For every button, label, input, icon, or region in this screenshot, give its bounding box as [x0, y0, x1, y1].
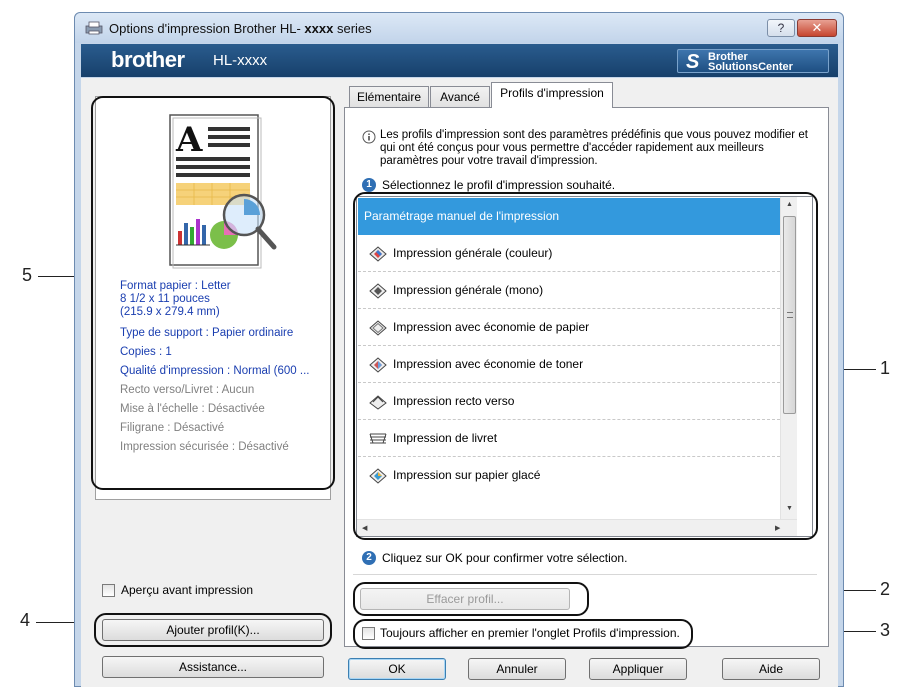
callout-2-box: [353, 582, 589, 616]
tab-basic[interactable]: Elémentaire: [349, 86, 429, 108]
callout-2: 2: [880, 579, 891, 599]
cancel-button[interactable]: Annuler: [468, 658, 566, 680]
step-1-text: Sélectionnez le profil d'impression souh…: [382, 178, 616, 192]
solutions-center-label-2: SolutionsCenter: [708, 61, 793, 73]
window-title-prefix: Options d'impression Brother HL-: [109, 21, 301, 36]
window-title-model: xxxx: [304, 21, 334, 36]
separator: [353, 574, 817, 575]
print-options-window: Options d'impression Brother HL- xxxx se…: [74, 12, 844, 687]
brand-bar: brother HL-xxxx S Brother SolutionsCente…: [81, 44, 838, 77]
callout-4-box: [94, 613, 332, 647]
help-dialog-button[interactable]: Aide: [722, 658, 820, 680]
callout-5: 5: [22, 265, 33, 285]
printer-model: HL-xxxx: [213, 52, 268, 69]
info-icon: [362, 130, 376, 144]
close-button[interactable]: ✕: [797, 19, 837, 37]
print-preview-label: Aperçu avant impression: [121, 583, 254, 597]
callout-3: 3: [880, 620, 891, 640]
tab-advanced[interactable]: Avancé: [430, 86, 490, 108]
brother-logo: brother: [111, 47, 185, 72]
callout-1-box: [353, 192, 818, 540]
support-button[interactable]: Assistance...: [102, 656, 324, 678]
step-2-text: Cliquez sur OK pour confirmer votre séle…: [382, 551, 628, 565]
print-preview-checkbox[interactable]: [102, 584, 115, 597]
window-title: Options d'impression Brother HL- xxxx se…: [109, 21, 372, 36]
callout-4: 4: [20, 610, 31, 630]
title-bar: Options d'impression Brother HL- xxxx se…: [75, 13, 843, 43]
tab-print-profiles[interactable]: Profils d'impression: [491, 82, 613, 108]
callout-1: 1: [880, 358, 891, 378]
callout-3-box: [353, 619, 693, 649]
apply-button[interactable]: Appliquer: [589, 658, 687, 680]
ok-button[interactable]: OK: [348, 658, 446, 680]
solutions-center-button[interactable]: S Brother SolutionsCenter: [677, 49, 829, 73]
printer-icon: [85, 21, 103, 35]
window-title-suffix: series: [336, 21, 372, 36]
print-profiles-panel: Les profils d'impression sont des paramè…: [344, 107, 829, 649]
solutions-center-icon: S: [686, 51, 700, 73]
callout-5-box: [91, 96, 335, 490]
intro-text: Les profils d'impression sont des paramè…: [380, 129, 808, 167]
step-2-badge: 2: [362, 551, 376, 565]
step-1-badge: 1: [362, 178, 376, 192]
help-button[interactable]: ?: [767, 19, 795, 37]
dialog-client-area: A Format papier: Letter 8 1/2 x 11 pouc…: [81, 78, 838, 687]
